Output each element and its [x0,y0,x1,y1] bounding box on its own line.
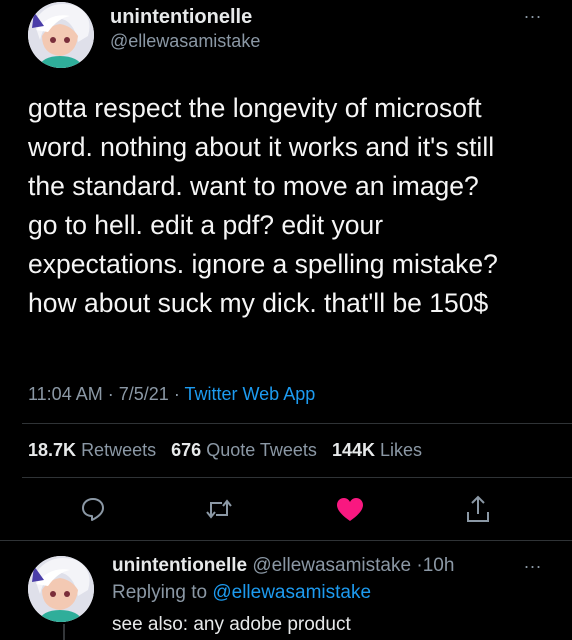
divider [22,477,572,478]
thread-line [63,624,65,640]
reply-text: see also: any adobe product [112,614,351,635]
tweet-source-link[interactable]: Twitter Web App [185,384,316,404]
tweet-text-line: expectations. ignore a spelling mistake? [28,249,498,279]
author-handle[interactable]: @ellewasamistake [110,31,260,52]
meta-separator: · [173,384,180,404]
heart-icon [337,498,363,521]
tweet-text-line: how about suck my dick. that'll be 150$ [28,288,489,318]
tweet-text-line: gotta respect the longevity of microsoft [28,93,482,123]
replying-to-handle[interactable]: @ellewasamistake [212,582,371,603]
reply-author-name[interactable]: unintentionelle [112,555,247,576]
tweet-text-line: the standard. want to move an image? [28,171,479,201]
tweet-text: gotta respect the longevity of microsoft… [28,89,558,323]
reply-time[interactable]: 10h [423,555,455,576]
tweet-text-line: word. nothing about it works and it's st… [28,132,495,162]
share-icon [467,495,489,522]
quotes-label: Quote Tweets [206,440,317,460]
like-button[interactable] [336,497,364,523]
reply-more-options-icon[interactable]: ... [524,552,542,573]
tweet-time[interactable]: 11:04 AM [28,384,103,404]
reply-author-handle[interactable]: @ellewasamistake [252,555,411,576]
tweet-meta: 11:04 AM · 7/5/21 · Twitter Web App [28,384,315,405]
avatar-image [28,556,94,622]
replying-to-label: Replying to [112,582,208,603]
reply-icon [82,498,104,521]
retweets-label: Retweets [81,440,157,460]
reply-avatar[interactable] [28,556,94,622]
divider [0,540,572,541]
tweet-text-line: go to hell. edit a pdf? edit your [28,210,384,240]
retweet-button[interactable] [204,496,234,522]
author-name[interactable]: unintentionelle [110,6,252,29]
share-button[interactable] [464,494,492,524]
likes-stat[interactable]: 144K Likes [332,440,422,460]
likes-label: Likes [379,440,423,460]
tweet-date[interactable]: 7/5/21 [119,384,169,404]
quotes-count: 676 [171,440,202,460]
retweets-stat[interactable]: 18.7K Retweets [28,440,156,460]
quote-tweets-stat[interactable]: 676 Quote Tweets [171,440,317,460]
tweet-stats: 18.7K Retweets 676 Quote Tweets 144K Lik… [28,440,422,461]
retweets-count: 18.7K [28,440,77,460]
avatar[interactable] [28,2,94,68]
retweet-icon [206,499,232,519]
more-options-icon[interactable]: ... [524,2,542,23]
reply-button[interactable] [80,496,106,522]
likes-count: 144K [331,440,375,460]
replying-to: Replying to @ellewasamistake [112,582,371,604]
meta-separator: · [107,384,114,404]
reply-header: unintentionelle @ellewasamistake ·10h [112,555,454,577]
divider [22,423,572,424]
avatar-image [28,2,94,68]
